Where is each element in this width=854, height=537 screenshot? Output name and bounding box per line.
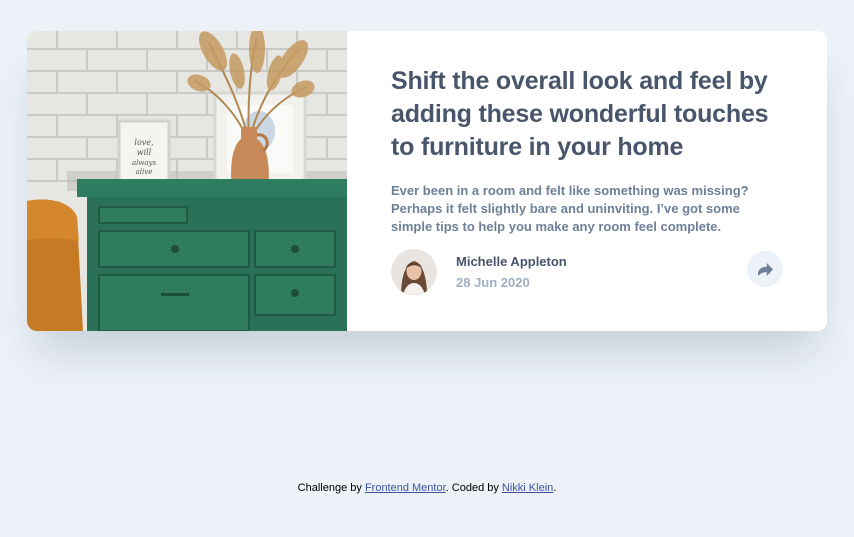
attribution-middle: . Coded by: [445, 482, 499, 494]
share-arrow-icon: [757, 262, 773, 276]
attribution: Challenge by Frontend Mentor. Coded by N…: [0, 482, 854, 494]
attribution-suffix: .: [553, 482, 557, 494]
attribution-prefix: Challenge by: [297, 482, 362, 494]
author-meta: Michelle Appleton 28 Jun 2020: [456, 253, 567, 292]
svg-text:love,: love,: [134, 138, 153, 147]
article-title[interactable]: Shift the overall look and feel by addin…: [391, 65, 783, 164]
svg-text:will: will: [137, 148, 152, 157]
publish-date: 28 Jun 2020: [456, 274, 530, 290]
article-preview-card: love, will always alive Shift the overal…: [27, 31, 827, 331]
frontend-mentor-link[interactable]: Frontend Mentor: [365, 482, 446, 494]
author-link[interactable]: Nikki Klein: [502, 482, 553, 494]
author-name: Michelle Appleton: [456, 253, 567, 269]
svg-text:always: always: [132, 159, 157, 167]
author-block: Michelle Appleton 28 Jun 2020: [391, 249, 567, 295]
article-description: Ever been in a room and felt like someth…: [391, 183, 749, 234]
share-button[interactable]: [747, 251, 783, 287]
avatar: [391, 249, 437, 295]
svg-text:alive: alive: [136, 168, 153, 176]
drawers-photo: love, will always alive: [27, 31, 347, 331]
card-content: Shift the overall look and feel by addin…: [347, 31, 827, 331]
